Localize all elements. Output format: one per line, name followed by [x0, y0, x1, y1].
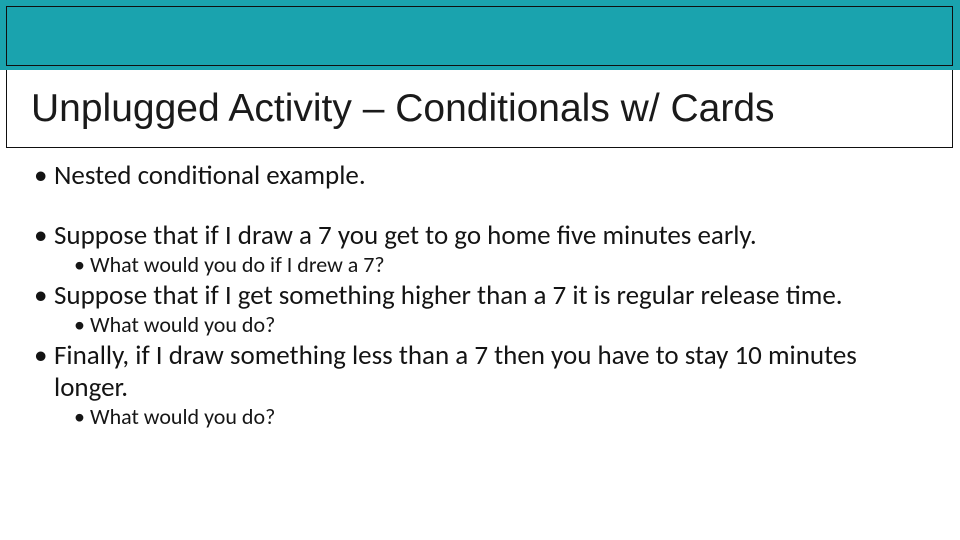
bullet-text: Nested conditional example.: [54, 159, 366, 192]
header-inner-frame: [6, 6, 953, 66]
sub-bullet-list: What would you do?: [54, 404, 930, 430]
bullet-list: Suppose that if I draw a 7 you get to go…: [30, 220, 930, 431]
sub-bullet-text: What would you do if I drew a 7?: [90, 251, 385, 278]
sub-bullet-list: What would you do if I drew a 7?: [54, 252, 930, 278]
slide: Unplugged Activity – Conditionals w/ Car…: [0, 0, 960, 540]
bullet-list: Nested conditional example.: [30, 160, 930, 192]
sub-bullet-text: What would you do?: [90, 311, 275, 338]
bullet-item: Nested conditional example.: [30, 160, 930, 192]
bullet-item: Finally, if I draw something less than a…: [30, 340, 930, 430]
header-band: [0, 0, 960, 70]
bullet-item: Suppose that if I get something higher t…: [30, 280, 930, 338]
bullet-text: Finally, if I draw something less than a…: [54, 339, 857, 404]
slide-title: Unplugged Activity – Conditionals w/ Car…: [31, 87, 775, 131]
bullet-item: Suppose that if I draw a 7 you get to go…: [30, 220, 930, 278]
bullet-text: Suppose that if I get something higher t…: [54, 279, 843, 312]
sub-bullet-item: What would you do?: [72, 312, 930, 338]
sub-bullet-text: What would you do?: [90, 403, 275, 430]
sub-bullet-item: What would you do if I drew a 7?: [72, 252, 930, 278]
slide-body: Nested conditional example. Suppose that…: [30, 160, 930, 520]
spacer: [30, 194, 930, 220]
sub-bullet-list: What would you do?: [54, 312, 930, 338]
bullet-text: Suppose that if I draw a 7 you get to go…: [54, 219, 757, 252]
title-box: Unplugged Activity – Conditionals w/ Car…: [6, 70, 953, 148]
sub-bullet-item: What would you do?: [72, 404, 930, 430]
